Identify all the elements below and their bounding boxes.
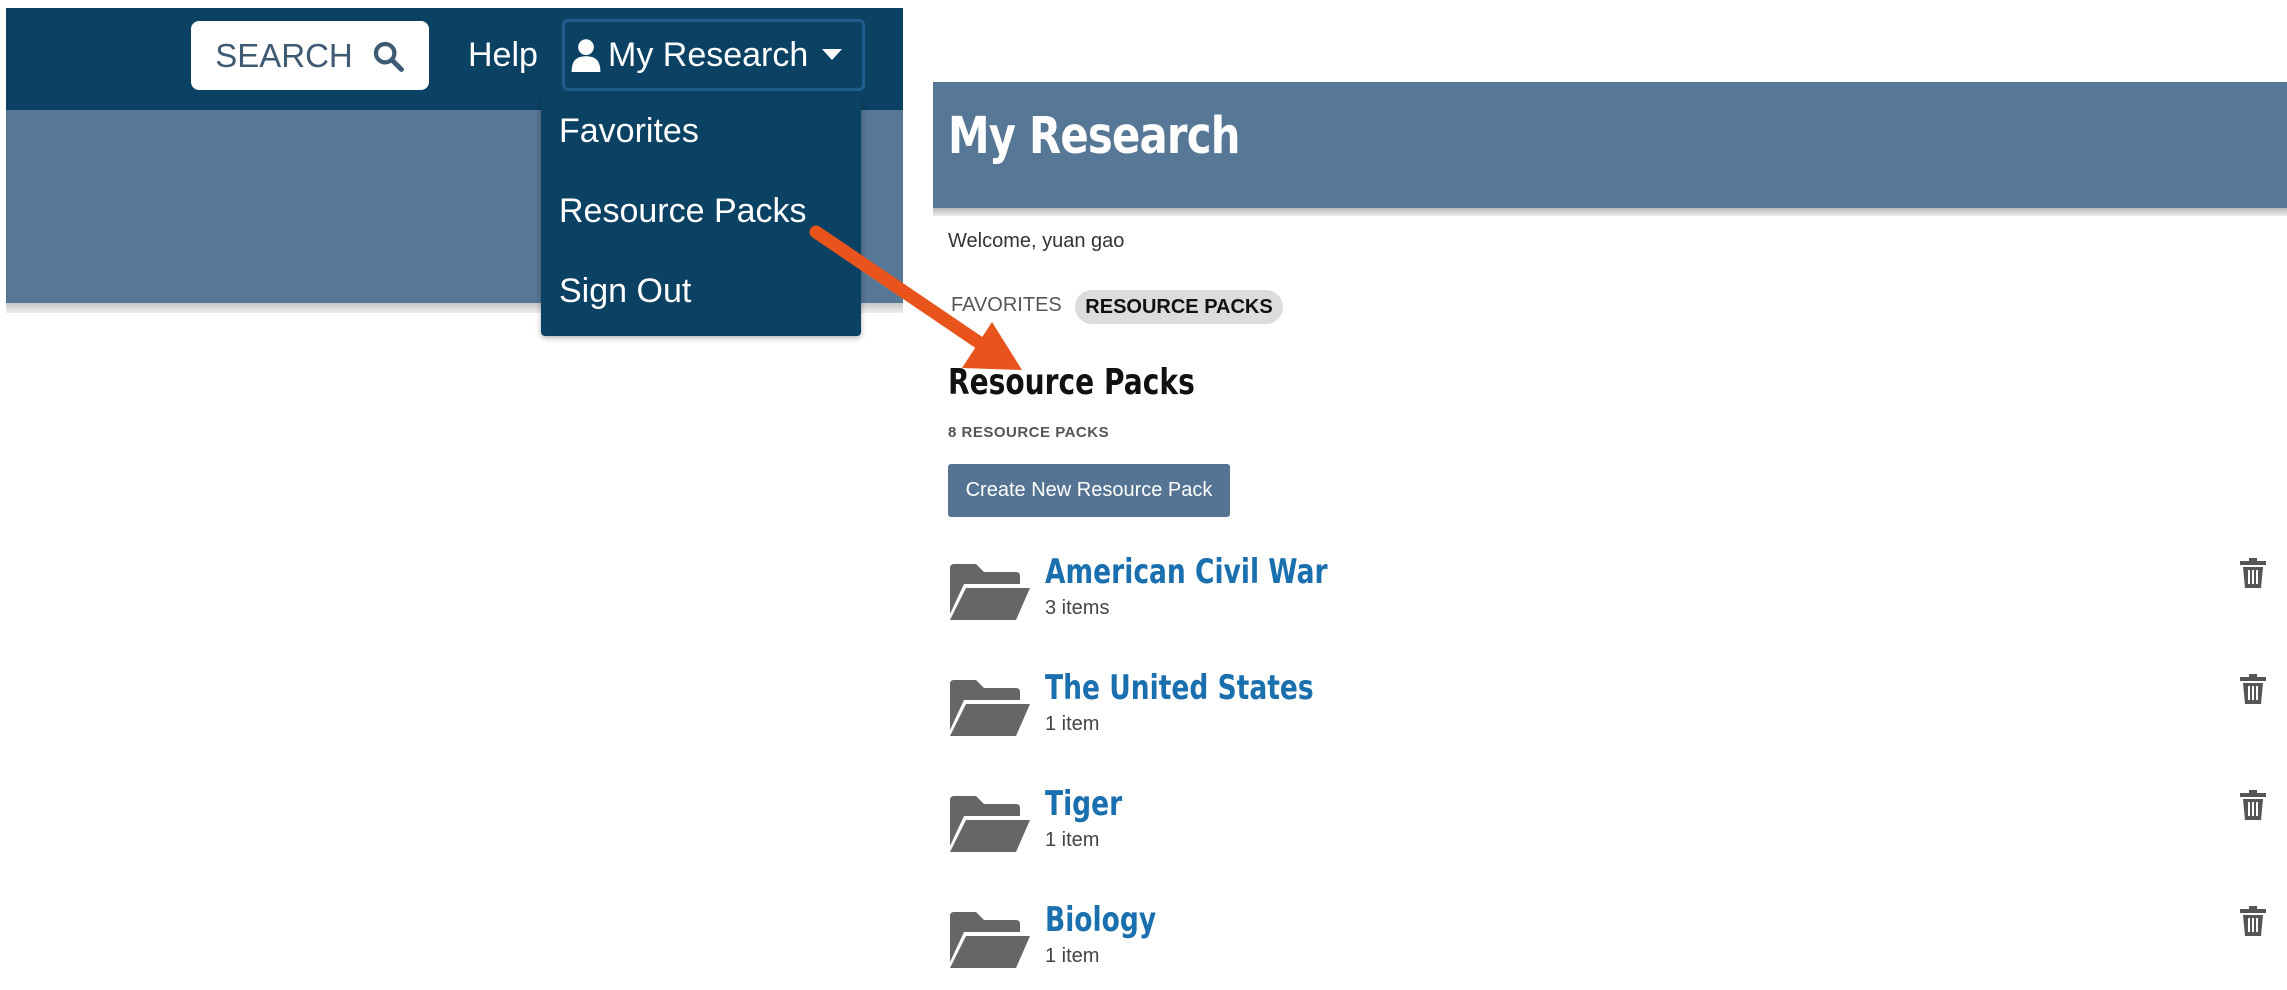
trash-icon[interactable] <box>2240 790 2266 820</box>
section-title: Resource Packs <box>948 362 1195 403</box>
folder-open-icon <box>950 680 1030 736</box>
folder-open-icon <box>950 564 1030 620</box>
page-banner: My Research <box>933 82 2287 208</box>
trash-icon[interactable] <box>2240 906 2266 936</box>
trash-icon[interactable] <box>2240 558 2266 588</box>
user-icon <box>571 39 601 72</box>
dropdown-item-resource-packs[interactable]: Resource Packs <box>559 192 807 231</box>
tab-favorites[interactable]: FAVORITES <box>951 294 1062 317</box>
welcome-text: Welcome, yuan gao <box>948 230 1125 252</box>
resource-pack-row: The United States 1 item <box>948 668 2278 758</box>
resource-pack-link[interactable]: American Civil War <box>1045 552 1328 592</box>
tab-resource-packs[interactable]: RESOURCE PACKS <box>1075 290 1283 324</box>
dropdown-item-sign-out[interactable]: Sign Out <box>559 272 691 311</box>
folder-open-icon <box>950 912 1030 968</box>
page-title: My Research <box>948 107 1240 166</box>
dropdown-item-favorites[interactable]: Favorites <box>559 112 699 151</box>
folder-open-icon <box>950 796 1030 852</box>
trash-icon[interactable] <box>2240 674 2266 704</box>
header-panel: SEARCH Help My Research Favorites Resour… <box>0 0 905 345</box>
resource-pack-count: 8 RESOURCE PACKS <box>948 424 1110 441</box>
search-button[interactable]: SEARCH <box>191 21 429 90</box>
create-resource-pack-button[interactable]: Create New Resource Pack <box>948 464 1230 517</box>
resource-pack-item-count: 1 item <box>1045 829 1100 851</box>
resource-pack-item-count: 1 item <box>1045 713 1100 735</box>
search-label: SEARCH <box>215 36 353 74</box>
resource-pack-row: American Civil War 3 items <box>948 552 2278 642</box>
my-research-dropdown: Favorites Resource Packs Sign Out <box>541 97 861 336</box>
resource-pack-item-count: 1 item <box>1045 945 1100 967</box>
caret-down-icon <box>822 49 843 60</box>
resource-pack-link[interactable]: Tiger <box>1045 784 1122 824</box>
resource-pack-item-count: 3 items <box>1045 597 1110 619</box>
search-icon <box>373 41 404 72</box>
banner-divider <box>933 208 2287 216</box>
my-research-page: My Research Welcome, yuan gao FAVORITES … <box>933 82 2287 968</box>
resource-pack-link[interactable]: Biology <box>1045 900 1156 940</box>
resource-pack-link[interactable]: The United States <box>1045 668 1314 708</box>
resource-pack-row: Biology 1 item <box>948 900 2278 990</box>
my-research-label: My Research <box>608 35 809 74</box>
resource-pack-row: Tiger 1 item <box>948 784 2278 874</box>
my-research-menu-button[interactable]: My Research <box>562 19 865 91</box>
help-link[interactable]: Help <box>468 36 538 75</box>
